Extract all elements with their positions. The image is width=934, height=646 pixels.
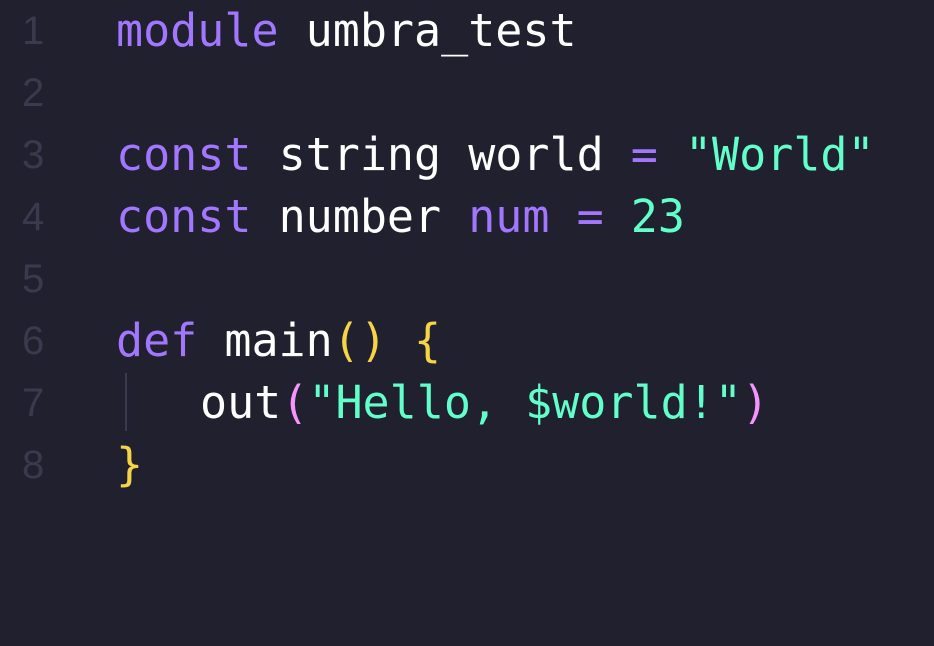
code-line[interactable]: 4 const number num = 23: [0, 186, 934, 248]
code-line[interactable]: 6 def main() {: [0, 310, 934, 372]
close-brace: }: [116, 438, 144, 491]
keyword-token: const: [116, 128, 252, 181]
line-code: def main() {: [116, 310, 441, 372]
line-number: 3: [22, 133, 45, 177]
code-editor[interactable]: 1 module umbra_test 2 3 const string wor…: [0, 0, 934, 504]
line-number: 7: [22, 381, 45, 425]
code-line[interactable]: 2: [0, 62, 934, 124]
line-number: 4: [22, 195, 45, 239]
keyword-token: module: [116, 4, 279, 57]
line-number: 6: [22, 319, 45, 363]
number-token: 23: [630, 190, 685, 243]
code-line[interactable]: 7 out("Hello, $world!"): [0, 372, 934, 434]
code-line[interactable]: 1 module umbra_test: [0, 0, 934, 62]
identifier-token: umbra_test: [305, 4, 577, 57]
open-paren: (: [281, 376, 309, 429]
line-number: 2: [22, 71, 45, 115]
type-token: number: [278, 190, 442, 243]
open-paren: (: [332, 314, 360, 367]
type-token: string: [278, 128, 442, 181]
operator-token: =: [630, 128, 658, 181]
line-code: }: [116, 434, 143, 496]
code-line[interactable]: 5: [0, 248, 934, 310]
line-code: out("Hello, $world!"): [200, 372, 769, 434]
function-call-token: out: [200, 376, 282, 429]
close-paren: ): [359, 314, 387, 367]
line-number: 1: [22, 9, 45, 53]
line-number: 8: [22, 443, 45, 487]
function-name-token: main: [224, 314, 333, 367]
open-brace: {: [414, 314, 442, 367]
line-code: const number num = 23: [116, 186, 685, 248]
identifier-token: world: [468, 128, 604, 181]
string-token: "Hello, $world!": [308, 376, 742, 429]
string-token: "World": [684, 128, 875, 181]
indent-guide: [125, 373, 127, 431]
identifier-token: num: [468, 190, 550, 243]
line-code: module umbra_test: [116, 0, 577, 62]
code-line[interactable]: 8 }: [0, 434, 934, 496]
close-paren: ): [741, 376, 769, 429]
operator-token: =: [576, 190, 604, 243]
keyword-token: const: [116, 190, 252, 243]
line-number: 5: [22, 257, 45, 301]
code-line[interactable]: 3 const string world = "World": [0, 124, 934, 186]
line-code: const string world = "World": [116, 124, 875, 186]
keyword-token: def: [116, 314, 198, 367]
